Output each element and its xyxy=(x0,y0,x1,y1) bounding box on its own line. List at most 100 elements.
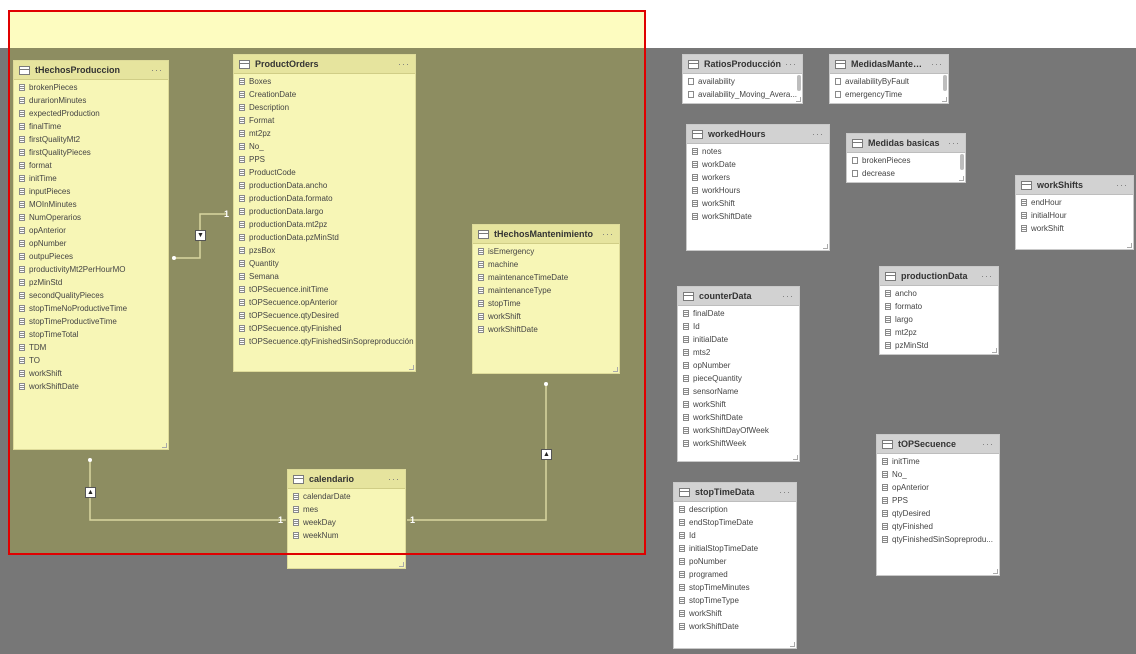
resize-grip[interactable] xyxy=(613,367,618,372)
field-row[interactable]: outpuPieces xyxy=(14,250,168,263)
field-row[interactable]: poNumber xyxy=(674,555,796,568)
field-row[interactable]: workShift xyxy=(14,367,168,380)
field-row[interactable]: availability_Moving_Avera... xyxy=(683,88,802,101)
field-row[interactable]: emergencyTime xyxy=(830,88,948,101)
more-options-icon[interactable]: ··· xyxy=(785,59,797,69)
table-header[interactable]: ProductOrders ··· xyxy=(234,55,415,74)
table-card-workedhours[interactable]: workedHours ··· notes workDate workers workHo… xyxy=(686,124,830,251)
field-row[interactable]: pzMinStd xyxy=(880,339,998,352)
field-row[interactable]: Format xyxy=(234,114,415,127)
field-row[interactable]: expectedProduction xyxy=(14,107,168,120)
field-row[interactable]: workers xyxy=(687,171,829,184)
field-row[interactable]: Semana xyxy=(234,270,415,283)
table-card-counterdata[interactable]: counterData ··· finalDate Id initialDate mts2… xyxy=(677,286,800,462)
table-card-topsecuence[interactable]: tOPSecuence ··· initTime No_ opAnterior PPS qt… xyxy=(876,434,1000,576)
field-row[interactable]: firstQualityMt2 xyxy=(14,133,168,146)
field-row[interactable]: workShiftDate xyxy=(674,620,796,633)
field-row[interactable]: Id xyxy=(674,529,796,542)
resize-grip[interactable] xyxy=(796,97,801,102)
field-row[interactable]: calendarDate xyxy=(288,490,405,503)
filter-direction-down-icon[interactable]: ▼ xyxy=(195,230,206,241)
field-row[interactable]: decrease xyxy=(847,167,965,180)
field-row[interactable]: mts2 xyxy=(678,346,799,359)
resize-grip[interactable] xyxy=(959,176,964,181)
field-row[interactable]: qtyFinished xyxy=(877,520,999,533)
table-card-thechosmantenimiento[interactable]: tHechosMantenimiento ··· isEmergency machin… xyxy=(472,224,620,374)
field-row[interactable]: firstQualityPieces xyxy=(14,146,168,159)
field-row[interactable]: productionData.mt2pz xyxy=(234,218,415,231)
field-row[interactable]: workShiftWeek xyxy=(678,437,799,450)
more-options-icon[interactable]: ··· xyxy=(948,138,960,148)
field-row[interactable]: opNumber xyxy=(14,237,168,250)
field-row[interactable]: pieceQuantity xyxy=(678,372,799,385)
table-header[interactable]: counterData ··· xyxy=(678,287,799,306)
field-row[interactable]: workShiftDate xyxy=(14,380,168,393)
resize-grip[interactable] xyxy=(409,365,414,370)
field-row[interactable]: PPS xyxy=(877,494,999,507)
field-row[interactable]: secondQualityPieces xyxy=(14,289,168,302)
field-row[interactable]: ancho xyxy=(880,287,998,300)
field-row[interactable]: machine xyxy=(473,258,619,271)
field-row[interactable]: TDM xyxy=(14,341,168,354)
field-row[interactable]: qtyDesired xyxy=(877,507,999,520)
resize-grip[interactable] xyxy=(993,569,998,574)
field-row[interactable]: programed xyxy=(674,568,796,581)
table-card-productorders[interactable]: ProductOrders ··· Boxes CreationDate Descrip… xyxy=(233,54,416,372)
field-row[interactable]: weekDay xyxy=(288,516,405,529)
field-row[interactable]: stopTime xyxy=(473,297,619,310)
field-row[interactable]: opAnterior xyxy=(877,481,999,494)
field-row[interactable]: weekNum xyxy=(288,529,405,542)
field-row[interactable]: initialDate xyxy=(678,333,799,346)
table-card-workshifts[interactable]: workShifts ··· endHour initialHour workShift xyxy=(1015,175,1134,250)
table-header[interactable]: tHechosMantenimiento ··· xyxy=(473,225,619,244)
field-row[interactable]: notes xyxy=(687,145,829,158)
resize-grip[interactable] xyxy=(162,443,167,448)
table-card-medidasbasicas[interactable]: Medidas basicas ··· brokenPieces decrease xyxy=(846,133,966,183)
table-header[interactable]: tOPSecuence ··· xyxy=(877,435,999,454)
field-row[interactable]: TO xyxy=(14,354,168,367)
field-row[interactable]: initTime xyxy=(14,172,168,185)
field-row[interactable]: CreationDate xyxy=(234,88,415,101)
table-card-productiondata[interactable]: productionData ··· ancho formato largo mt2pz p… xyxy=(879,266,999,355)
field-row[interactable]: workHours xyxy=(687,184,829,197)
field-row[interactable]: Boxes xyxy=(234,75,415,88)
field-row[interactable]: opNumber xyxy=(678,359,799,372)
more-options-icon[interactable]: ··· xyxy=(931,59,943,69)
table-header[interactable]: workedHours ··· xyxy=(687,125,829,144)
table-card-ratiosproduccion[interactable]: RatiosProducción ··· availability availabil… xyxy=(682,54,803,104)
table-header[interactable]: tHechosProduccion ··· xyxy=(14,61,168,80)
filter-direction-up-icon[interactable]: ▲ xyxy=(541,449,552,460)
more-options-icon[interactable]: ··· xyxy=(982,439,994,449)
field-row[interactable]: availabilityByFault xyxy=(830,75,948,88)
field-row[interactable]: sensorName xyxy=(678,385,799,398)
field-row[interactable]: endStopTimeDate xyxy=(674,516,796,529)
field-row[interactable]: tOPSecuence.qtyFinishedSinSopreproducció… xyxy=(234,335,415,348)
field-row[interactable]: PPS xyxy=(234,153,415,166)
field-row[interactable]: durarionMinutes xyxy=(14,94,168,107)
field-row[interactable]: mt2pz xyxy=(880,326,998,339)
resize-grip[interactable] xyxy=(793,455,798,460)
filter-direction-up-icon[interactable]: ▲ xyxy=(85,487,96,498)
field-row[interactable]: workShiftDate xyxy=(473,323,619,336)
field-row[interactable]: No_ xyxy=(234,140,415,153)
scrollbar-thumb[interactable] xyxy=(960,154,964,170)
field-row[interactable]: isEmergency xyxy=(473,245,619,258)
field-row[interactable]: finalDate xyxy=(678,307,799,320)
table-header[interactable]: productionData ··· xyxy=(880,267,998,286)
field-row[interactable]: MOInMinutes xyxy=(14,198,168,211)
resize-grip[interactable] xyxy=(790,642,795,647)
resize-grip[interactable] xyxy=(942,97,947,102)
field-row[interactable]: stopTimeProductiveTime xyxy=(14,315,168,328)
field-row[interactable]: workDate xyxy=(687,158,829,171)
more-options-icon[interactable]: ··· xyxy=(151,65,163,75)
field-row[interactable]: workShift xyxy=(1016,222,1133,235)
field-row[interactable]: initialStopTimeDate xyxy=(674,542,796,555)
field-row[interactable]: tOPSecuence.opAnterior xyxy=(234,296,415,309)
scrollbar-thumb[interactable] xyxy=(943,75,947,91)
field-row[interactable]: mes xyxy=(288,503,405,516)
scrollbar-thumb[interactable] xyxy=(797,75,801,91)
model-canvas[interactable]: 1 ▼ 1 ▲ 1 ▲ tHechosProduccion ··· brokenPi… xyxy=(0,0,1136,654)
field-row[interactable]: pzMinStd xyxy=(14,276,168,289)
table-header[interactable]: RatiosProducción ··· xyxy=(683,55,802,74)
field-row[interactable]: description xyxy=(674,503,796,516)
